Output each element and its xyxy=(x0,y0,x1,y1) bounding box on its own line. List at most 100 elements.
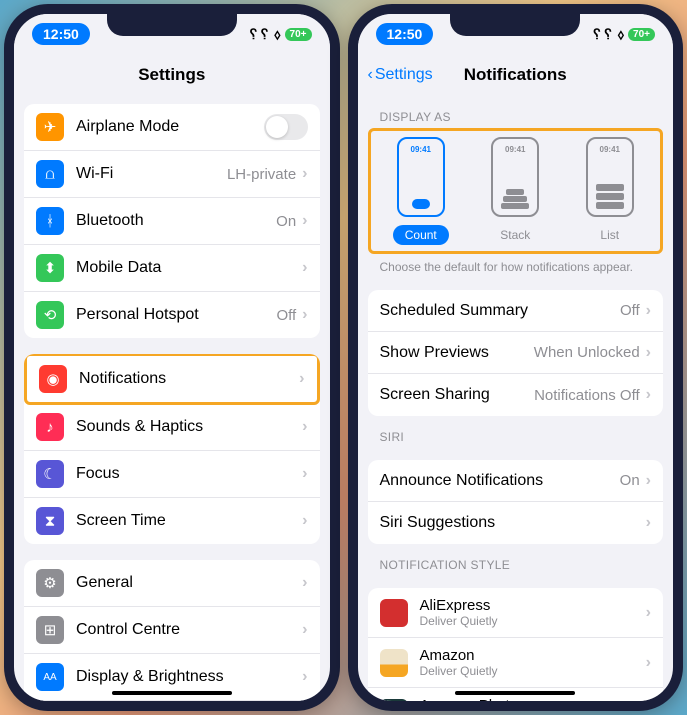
chevron-right-icon: › xyxy=(646,654,651,672)
chevron-right-icon: › xyxy=(646,386,651,404)
time-pill[interactable]: 12:50 xyxy=(32,23,90,45)
notifications-content[interactable]: Display As09:41Count09:41Stack09:41ListC… xyxy=(358,96,674,701)
row-label: Announce Notifications xyxy=(380,472,620,490)
settings-row-mobile-data[interactable]: ⬍Mobile Data› xyxy=(24,245,320,292)
row-show-previews[interactable]: Show PreviewsWhen Unlocked› xyxy=(368,332,664,374)
wifi-icon: ⩍ xyxy=(36,160,64,188)
sounds-icon: ♪ xyxy=(36,413,64,441)
app-icon xyxy=(380,699,408,702)
settings-row-personal-hotspot[interactable]: ⟲Personal HotspotOff› xyxy=(24,292,320,338)
time-pill[interactable]: 12:50 xyxy=(376,23,434,45)
display-option-count[interactable]: 09:41 Count xyxy=(377,137,466,245)
app-row-aliexpress[interactable]: AliExpressDeliver Quietly› xyxy=(368,588,664,638)
row-siri-suggestions[interactable]: Siri Suggestions› xyxy=(368,502,664,544)
mobile-data-icon: ⬍ xyxy=(36,254,64,282)
header: Settings xyxy=(14,54,330,96)
airplane-icon: ✈ xyxy=(36,113,64,141)
back-label: Settings xyxy=(375,66,433,84)
home-indicator[interactable] xyxy=(112,691,232,695)
screen-time-icon: ⧗ xyxy=(36,507,64,535)
row-value: Off xyxy=(276,307,296,324)
settings-row-control-centre[interactable]: ⊞Control Centre› xyxy=(24,607,320,654)
app-name: AliExpress xyxy=(420,597,646,614)
chevron-right-icon: › xyxy=(646,514,651,532)
notification-style-header: Notification Style xyxy=(380,558,652,572)
chevron-right-icon: › xyxy=(646,344,651,362)
row-label: Screen Time xyxy=(76,512,302,530)
notification-style-group: AliExpressDeliver Quietly›AmazonDeliver … xyxy=(368,588,664,701)
home-indicator[interactable] xyxy=(455,691,575,695)
bluetooth-icon: ᚼ xyxy=(36,207,64,235)
display-as-footer: Choose the default for how notifications… xyxy=(380,260,652,274)
mini-phone-icon: 09:41 xyxy=(586,137,634,217)
chevron-right-icon: › xyxy=(302,668,307,686)
display-option-list[interactable]: 09:41 List xyxy=(566,137,655,245)
notifications-settings-group: Scheduled SummaryOff›Show PreviewsWhen U… xyxy=(368,290,664,416)
app-row-amazon[interactable]: AmazonDeliver Quietly› xyxy=(368,638,664,688)
hotspot-icon: ⟲ xyxy=(36,301,64,329)
chevron-right-icon: › xyxy=(302,418,307,436)
chevron-right-icon: › xyxy=(302,306,307,324)
option-label: Count xyxy=(393,225,449,245)
row-label: Screen Sharing xyxy=(380,386,535,404)
page-title: Notifications xyxy=(464,65,567,85)
row-value: Off xyxy=(620,302,640,319)
settings-group: ◉Notifications›♪Sounds & Haptics›☾Focus›… xyxy=(24,354,320,544)
mini-phone-icon: 09:41 xyxy=(491,137,539,217)
chevron-right-icon: › xyxy=(302,212,307,230)
mini-phone-icon: 09:41 xyxy=(397,137,445,217)
row-label: Notifications xyxy=(79,370,299,388)
notifications-icon: ◉ xyxy=(39,365,67,393)
page-title: Settings xyxy=(138,65,205,85)
row-label: Airplane Mode xyxy=(76,118,264,136)
option-label: List xyxy=(588,225,631,245)
settings-list[interactable]: ✈Airplane Mode⩍Wi-FiLH-private›ᚼBluetoot… xyxy=(14,96,330,701)
chevron-right-icon: › xyxy=(302,512,307,530)
chevron-right-icon: › xyxy=(302,621,307,639)
settings-row-focus[interactable]: ☾Focus› xyxy=(24,451,320,498)
settings-row-notifications[interactable]: ◉ Notifications› xyxy=(24,354,320,405)
row-value: On xyxy=(276,213,296,230)
row-scheduled-summary[interactable]: Scheduled SummaryOff› xyxy=(368,290,664,332)
battery-icon: 70+ xyxy=(628,28,655,41)
row-label: Siri Suggestions xyxy=(380,514,646,532)
row-label: Focus xyxy=(76,465,302,483)
app-sub: Deliver Quietly xyxy=(420,614,646,628)
row-value: On xyxy=(620,472,640,489)
chevron-right-icon: › xyxy=(646,472,651,490)
settings-row-sounds-haptics[interactable]: ♪ Sounds & Haptics› xyxy=(24,404,320,451)
status-right: ␦␦ ⬨ 70+ xyxy=(591,26,655,43)
back-button[interactable]: ‹ Settings xyxy=(368,66,433,84)
app-info: AmazonDeliver Quietly xyxy=(420,647,646,678)
chevron-right-icon: › xyxy=(646,604,651,622)
display-option-stack[interactable]: 09:41 Stack xyxy=(471,137,560,245)
row-label: General xyxy=(76,574,302,592)
siri-header: Siri xyxy=(380,430,652,444)
row-value: When Unlocked xyxy=(534,344,640,361)
chevron-right-icon: › xyxy=(646,302,651,320)
chevron-right-icon: › xyxy=(299,370,304,388)
settings-row-bluetooth[interactable]: ᚼBluetoothOn› xyxy=(24,198,320,245)
siri-group: Announce NotificationsOn›Siri Suggestion… xyxy=(368,460,664,544)
option-label: Stack xyxy=(488,225,542,245)
row-screen-sharing[interactable]: Screen SharingNotifications Off › xyxy=(368,374,664,416)
row-label: Sounds & Haptics xyxy=(76,418,302,436)
row-value: LH-private xyxy=(227,166,296,183)
settings-row-general[interactable]: ⚙General› xyxy=(24,560,320,607)
app-icon xyxy=(380,649,408,677)
settings-screen: 12:50 ␦␦ ⬨ 70+ Settings ✈Airplane Mode⩍W… xyxy=(4,4,340,711)
chevron-left-icon: ‹ xyxy=(368,66,373,84)
chevron-right-icon: › xyxy=(302,465,307,483)
control-centre-icon: ⊞ xyxy=(36,616,64,644)
toggle-switch[interactable] xyxy=(264,114,308,140)
mini-time: 09:41 xyxy=(600,145,620,154)
settings-row-airplane-mode[interactable]: ✈ Airplane Mode xyxy=(24,104,320,151)
notch xyxy=(450,10,580,36)
signal-icon: ␦␦ xyxy=(248,26,270,43)
row-announce-notifications[interactable]: Announce NotificationsOn › xyxy=(368,460,664,502)
row-value: Notifications Off xyxy=(534,387,640,404)
wifi-icon: ⬨ xyxy=(618,26,624,43)
settings-row-wi-fi[interactable]: ⩍Wi-FiLH-private› xyxy=(24,151,320,198)
settings-row-screen-time[interactable]: ⧗ Screen Time› xyxy=(24,498,320,544)
chevron-right-icon: › xyxy=(302,259,307,277)
